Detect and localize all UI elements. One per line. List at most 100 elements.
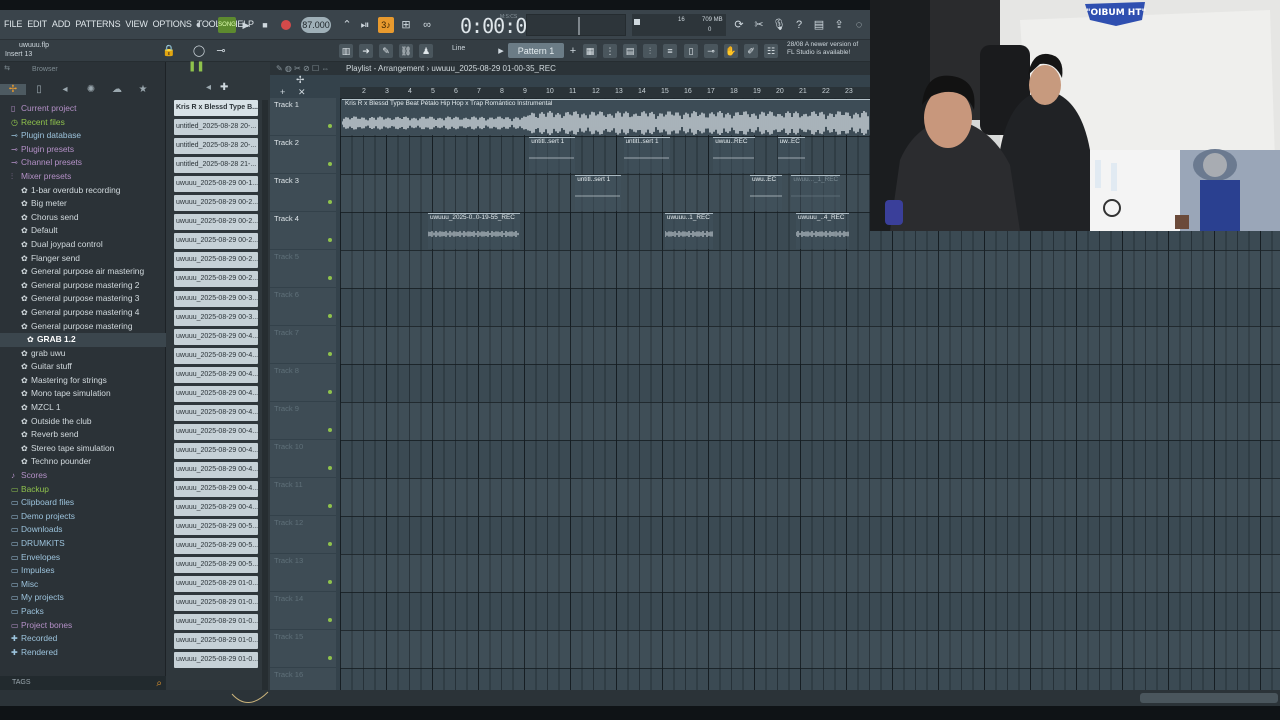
track-header[interactable]: Track 4 <box>270 212 336 250</box>
pattern-prev-icon[interactable]: ▸ <box>494 44 508 58</box>
browser-item[interactable]: ▭ Impulses <box>0 564 166 578</box>
browser-item[interactable]: ▭ Project bones <box>0 619 166 633</box>
browser-item[interactable]: ✿ Guitar stuff <box>0 360 166 374</box>
menu-options[interactable]: OPTIONS <box>153 19 192 29</box>
cut-icon[interactable]: ✂ <box>752 18 766 32</box>
track-active-led-icon[interactable] <box>328 580 332 584</box>
browser-item[interactable]: ✿ Default <box>0 224 166 238</box>
track-active-led-icon[interactable] <box>328 618 332 622</box>
picker-clip[interactable]: uwuuu_2025-08-29 00-5... <box>174 519 258 536</box>
picker-clip[interactable]: uwuuu_2025-08-29 00-4... <box>174 404 258 421</box>
picker-clip[interactable]: uwuuu_2025-08-29 00-4... <box>174 423 258 440</box>
browser-item[interactable]: ✿ Outside the club <box>0 415 166 429</box>
export-icon[interactable]: ⇪ <box>832 18 846 32</box>
stop-button[interactable]: ■ <box>259 17 271 33</box>
menu-file[interactable]: FILE <box>4 19 22 29</box>
browser-item[interactable]: ▭ Clipboard files <box>0 496 166 510</box>
horizontal-scrollbar[interactable] <box>0 690 1280 706</box>
news-panel[interactable]: 28/08 A newer version of FL Studio is av… <box>787 41 869 57</box>
arrow-right-icon[interactable]: ➜ <box>359 44 373 58</box>
track-header[interactable]: Track 14 <box>270 592 336 630</box>
track-active-led-icon[interactable] <box>328 238 332 242</box>
add-track-icon[interactable]: + <box>280 87 285 97</box>
track-active-led-icon[interactable] <box>328 428 332 432</box>
track-active-led-icon[interactable] <box>328 352 332 356</box>
playlist-clip[interactable]: untitl..sert 1 <box>575 175 622 211</box>
picker-clip[interactable]: untitled_2025-08-28 20-... <box>174 119 258 136</box>
playlist-clip[interactable]: untitl..sert 1 <box>529 137 576 173</box>
browser-item[interactable]: ⫶ Mixer presets <box>0 170 166 184</box>
pattern-add-icon[interactable]: + <box>566 44 580 58</box>
playlist-titlebar[interactable]: ✎ ◍ ✂ ⊘ ☐ ⇔ Playlist - Arrangement › uwu… <box>270 62 870 75</box>
picker-clip[interactable]: uwuuu_2025-08-29 00-2... <box>174 233 258 250</box>
picker-arrow-icon[interactable]: ◂ <box>206 82 211 93</box>
pattern-selector[interactable]: Pattern 1 <box>508 43 564 58</box>
track-active-led-icon[interactable] <box>328 162 332 166</box>
browser-item[interactable]: ▭ Misc <box>0 578 166 592</box>
menu-view[interactable]: VIEW <box>125 19 147 29</box>
browser-item[interactable]: ✚ Recorded <box>0 632 166 646</box>
browser-item[interactable]: ✿ 1-bar overdub recording <box>0 184 166 198</box>
picker-clip[interactable]: uwuuu_2025-08-29 00-2... <box>174 195 258 212</box>
playlist-icon[interactable]: ▦ <box>583 44 597 58</box>
mixer-icon[interactable]: ⫶ <box>643 44 657 58</box>
playlist-clip[interactable]: untitl..sert 1 <box>623 137 670 173</box>
browser-item[interactable]: ▭ Packs <box>0 605 166 619</box>
picker-clip[interactable]: uwuuu_2025-08-29 00-2... <box>174 271 258 288</box>
picker-clip[interactable]: untitled_2025-08-28 21-... <box>174 157 258 174</box>
picker-clip[interactable]: uwuuu_2025-08-29 00-4... <box>174 500 258 517</box>
track-active-led-icon[interactable] <box>328 542 332 546</box>
help-icon[interactable]: ? <box>792 18 806 32</box>
record-mode-knob-icon[interactable]: ◐ <box>192 18 206 32</box>
touch-icon[interactable]: ✋ <box>724 44 738 58</box>
picker-clip[interactable]: Kris R x Blessd Type B... <box>174 100 258 116</box>
metronome-icon[interactable]: ⌃ <box>340 18 354 32</box>
browser-back-icon[interactable]: ◂ <box>52 84 78 95</box>
picker-clip[interactable]: uwuuu_2025-08-29 01-0... <box>174 652 258 669</box>
picker-clip[interactable]: uwuuu_2025-08-29 00-4... <box>174 461 258 478</box>
close-icon[interactable]: ✕ <box>298 87 306 98</box>
playlist-tool-icons[interactable]: ✎ ◍ ✂ ⊘ ☐ ⇔ <box>276 62 329 75</box>
browser-item[interactable]: ⊸ Plugin presets <box>0 143 166 157</box>
track-active-led-icon[interactable] <box>328 124 332 128</box>
lock-icon[interactable]: 🔒 <box>162 44 176 58</box>
track-active-led-icon[interactable] <box>328 390 332 394</box>
stamp-icon[interactable]: ♟ <box>419 44 433 58</box>
picker-clip[interactable]: untitled_2025-08-28 20-... <box>174 138 258 155</box>
playlist-clip[interactable]: uwuu..REC <box>713 137 755 173</box>
track-header[interactable]: Track 13 <box>270 554 336 592</box>
browser-item[interactable]: ✿ General purpose mastering 4 <box>0 306 166 320</box>
track-header[interactable]: Track 12 <box>270 516 336 554</box>
browser-item[interactable]: ✿ grab uwu <box>0 347 166 361</box>
tools-icon[interactable]: ✐ <box>744 44 758 58</box>
store-icon[interactable]: ☷ <box>764 44 778 58</box>
picker-clip[interactable]: uwuuu_2025-08-29 01-0... <box>174 595 258 612</box>
plugin-icon[interactable]: ⊸ <box>704 44 718 58</box>
wait-input-icon[interactable]: ⏯ <box>358 18 372 32</box>
picker-clip[interactable]: uwuuu_2025-08-29 00-1... <box>174 176 258 193</box>
track-header[interactable]: Track 5 <box>270 250 336 288</box>
picker-clip[interactable]: uwuuu_2025-08-29 00-2... <box>174 252 258 269</box>
piano-roll-view-icon[interactable]: ▤ <box>623 44 637 58</box>
browser-star-icon[interactable]: ★ <box>130 84 156 95</box>
browser-item[interactable]: ⊸ Channel presets <box>0 156 166 170</box>
step-edit-icon[interactable]: ⊞ <box>399 18 413 32</box>
microphone-icon[interactable]: 🎙 <box>772 18 786 32</box>
browser-item[interactable]: ▯ Current project <box>0 102 166 116</box>
browser-all-icon[interactable]: ✢ <box>0 83 26 95</box>
scrollbar-thumb[interactable] <box>1140 693 1278 703</box>
picker-clip[interactable]: uwuuu_2025-08-29 00-4... <box>174 366 258 383</box>
picker-clip[interactable]: uwuuu_2025-08-29 00-2... <box>174 214 258 231</box>
snap-magnet-icon[interactable]: ✢ <box>296 75 304 86</box>
picker-add-icon[interactable]: ✚ <box>220 82 228 93</box>
refresh-icon[interactable]: ⟳ <box>732 18 746 32</box>
track-active-led-icon[interactable] <box>328 200 332 204</box>
playlist-clip[interactable]: uwuuu..1_REC <box>664 213 714 249</box>
chat-icon[interactable]: ◌ <box>852 18 866 32</box>
playlist-clip[interactable]: uwuuu_..4_REC <box>796 213 849 249</box>
menu-edit[interactable]: EDIT <box>27 19 47 29</box>
picker-clip[interactable]: uwuuu_2025-08-29 00-4... <box>174 347 258 364</box>
picker-clip[interactable]: uwuuu_2025-08-29 00-3... <box>174 290 258 307</box>
track-header[interactable]: Track 6 <box>270 288 336 326</box>
picker-clip[interactable]: uwuuu_2025-08-29 00-4... <box>174 385 258 402</box>
